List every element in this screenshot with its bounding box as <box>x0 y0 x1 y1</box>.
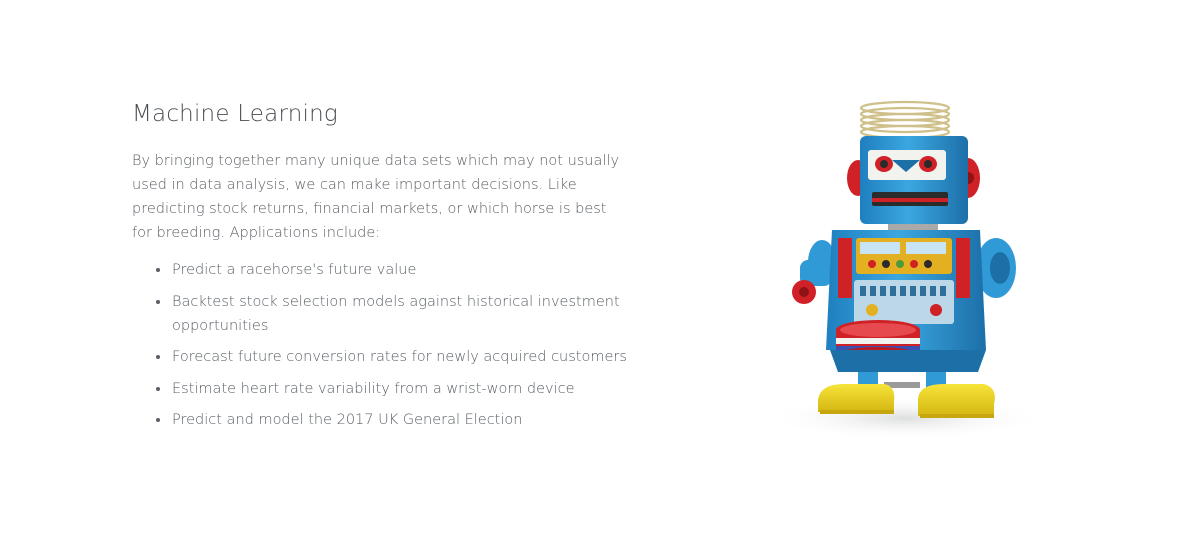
list-item: Predict a racehorse's future value <box>132 258 642 282</box>
list-item: Predict and model the 2017 UK General El… <box>132 408 642 432</box>
list-item: Backtest stock selection models against … <box>132 290 642 338</box>
list-item-text: Estimate heart rate variability from a w… <box>172 380 575 397</box>
text-column: Machine Learning By bringing together ma… <box>132 96 632 440</box>
bullet-icon <box>156 268 160 272</box>
list-item-text: Predict a racehorse's future value <box>172 262 417 278</box>
section-title: Machine Learning <box>132 101 338 127</box>
bullet-icon <box>156 386 160 391</box>
machine-learning-section: Machine Learning By bringing together ma… <box>0 0 1200 542</box>
toy-robot-image <box>760 100 1050 440</box>
list-item-text: Predict and model the 2017 UK General El… <box>172 412 523 428</box>
bullet-icon <box>156 355 160 359</box>
section-intro: By bringing together many unique data se… <box>132 153 620 241</box>
bullet-icon <box>156 299 160 304</box>
list-item-text: Forecast future conversion rates for new… <box>172 349 627 365</box>
applications-list: Predict a racehorse's future value Backt… <box>132 258 632 432</box>
toy-robot-icon <box>765 100 1045 440</box>
list-item: Forecast future conversion rates for new… <box>132 345 642 369</box>
list-item: Estimate heart rate variability from a w… <box>132 377 642 401</box>
list-item-text: Backtest stock selection models against … <box>172 293 620 334</box>
bullet-icon <box>156 418 160 422</box>
